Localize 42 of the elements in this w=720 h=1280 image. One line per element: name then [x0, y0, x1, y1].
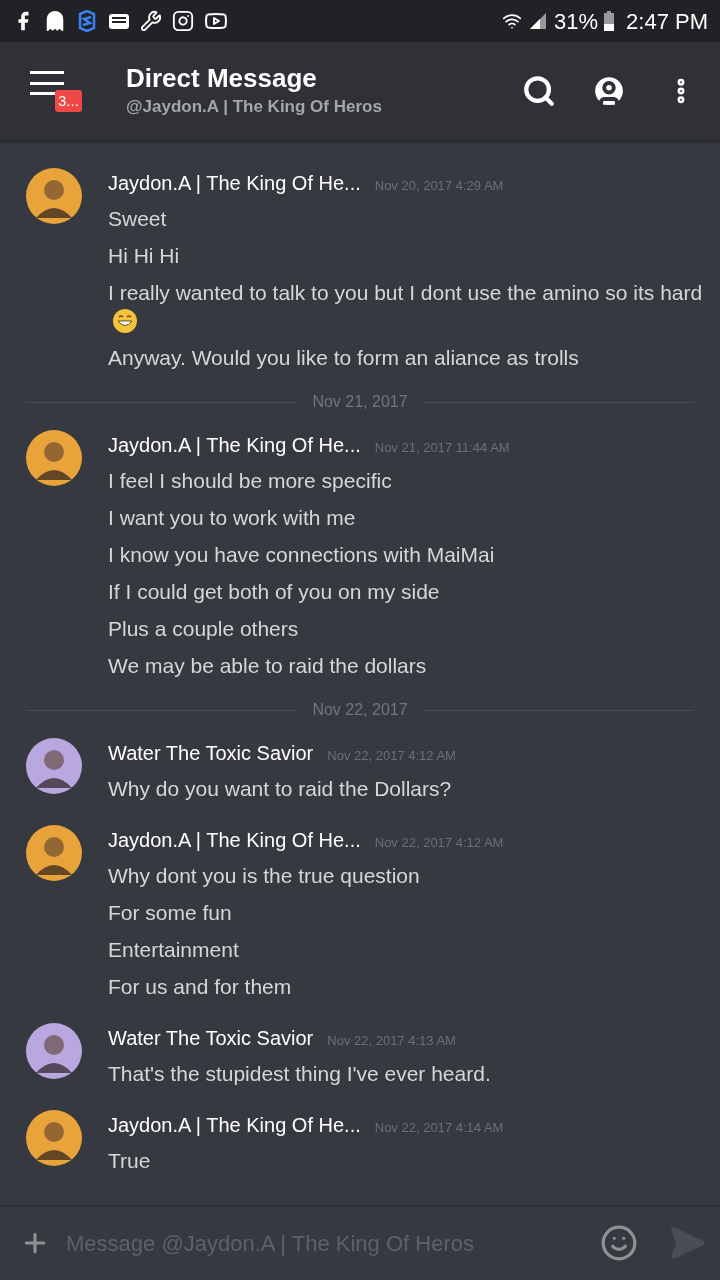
message-text: We may be able to raid the dollars — [108, 654, 427, 678]
ghost-icon — [44, 10, 66, 32]
message-text: True — [108, 1149, 151, 1173]
author-name[interactable]: Jaydon.A | The King Of He... — [108, 430, 361, 461]
instagram-icon — [172, 10, 194, 32]
message-text: I feel I should be more specific — [108, 469, 392, 493]
message-text: Entertainment — [108, 938, 239, 962]
search-icon[interactable] — [522, 74, 556, 108]
unread-badge: 3... — [55, 90, 82, 112]
s-shield-icon — [76, 10, 98, 32]
menu-button[interactable] — [30, 68, 66, 98]
header-subtitle: @Jaydon.A | The King Of Heros — [126, 96, 382, 119]
message-text: That's the stupidest thing I've ever heard. — [108, 1062, 491, 1086]
message-text: I know you have connections with MaiMai — [108, 543, 495, 567]
battery-icon — [604, 11, 615, 31]
date-divider: Nov 22, 2017 — [312, 700, 408, 721]
message-text: I want you to work with me — [108, 506, 356, 530]
message-text: Sweet — [108, 207, 167, 230]
author-name[interactable]: Water The Toxic Savior — [108, 738, 314, 769]
wifi-icon — [502, 11, 522, 31]
message-text: Why do you want to raid the Dollars? — [108, 777, 452, 801]
date-divider: Nov 21, 2017 — [312, 392, 408, 413]
message-text: Plus a couple others — [108, 617, 299, 641]
grinning-emoji-icon — [112, 308, 138, 335]
author-name[interactable]: Jaydon.A | The King Of He... — [108, 168, 361, 198]
wrench-icon — [140, 10, 162, 32]
author-name[interactable]: Water The Toxic Savior — [108, 1023, 314, 1054]
message-text: Anyway. Would you like to form an aliance as trolls — [108, 346, 579, 370]
clock: 2:47 PM — [626, 7, 708, 36]
message-text: Why dont you is the true question — [108, 864, 420, 888]
message-text: I really wanted to talk to you but I dont use the amino so its hard — [108, 281, 703, 304]
emoji-icon[interactable] — [600, 1224, 638, 1262]
inbox-icon — [108, 11, 130, 31]
message-text: For us and for them — [108, 975, 292, 999]
message-text: If I could get both of you on my side — [108, 580, 440, 604]
signal-icon — [528, 11, 548, 31]
author-name[interactable]: Jaydon.A | The King Of He... — [108, 1110, 361, 1141]
author-name[interactable]: Jaydon.A | The King Of He... — [108, 825, 361, 856]
header-title: Direct Message — [126, 62, 318, 95]
message-text: For some fun — [108, 901, 232, 925]
battery-percent: 31% — [554, 7, 599, 36]
message-text: Hi Hi Hi — [108, 244, 180, 267]
